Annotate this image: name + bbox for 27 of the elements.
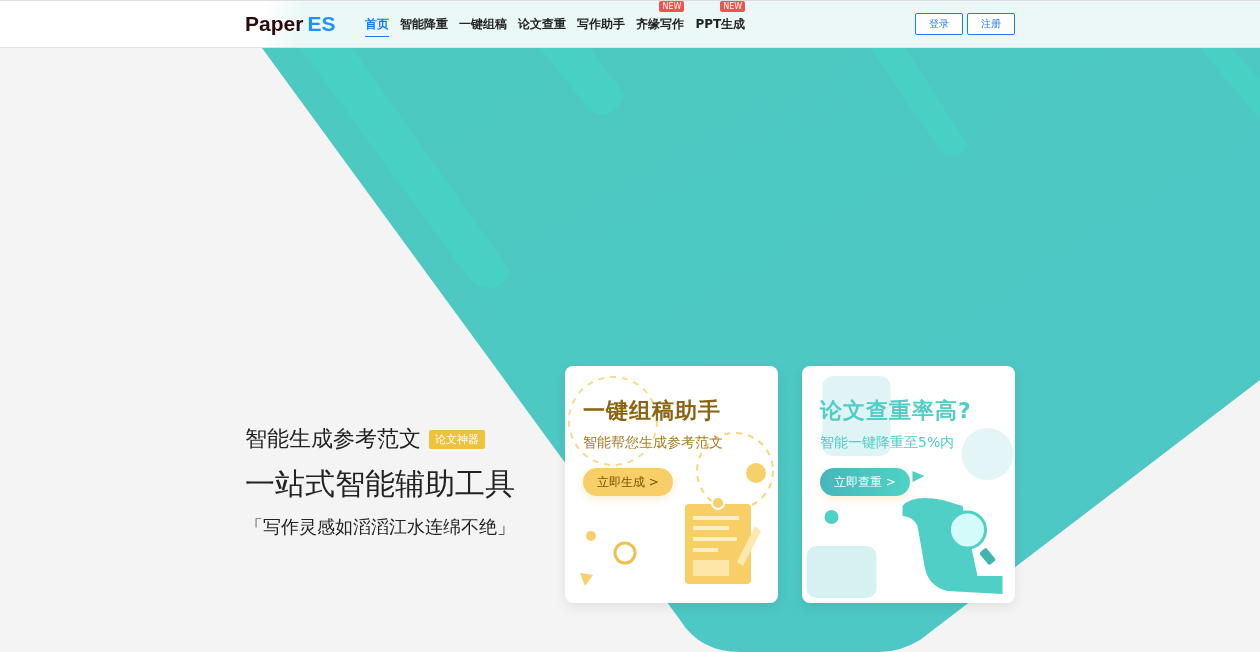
hero-quote: 「写作灵感如滔滔江水连绵不绝」 xyxy=(245,515,515,539)
shapes-decoration xyxy=(580,531,637,586)
action-button[interactable]: 立即生成 > xyxy=(583,468,673,496)
logo[interactable]: Paper ES xyxy=(245,12,336,36)
card-text: 智能一键降重至5%内 xyxy=(820,434,956,452)
nav-link[interactable]: 写作助手 xyxy=(577,9,626,39)
nav-link[interactable]: 首页 xyxy=(365,9,390,37)
register-button[interactable]: 注册 xyxy=(967,13,1015,35)
card-text: 智能帮您生成参考范文 xyxy=(583,434,724,452)
new-badge: NEW xyxy=(659,0,685,12)
nav-link[interactable]: 智能降重 xyxy=(400,9,449,39)
panel-decoration xyxy=(806,546,877,598)
card-title: 一键组稿助手 xyxy=(583,397,722,425)
new-badge: NEW xyxy=(720,0,746,12)
nav-link[interactable]: 一键组稿 xyxy=(459,9,508,39)
stripe-shape xyxy=(1200,48,1260,120)
nav-link[interactable]: 齐缘写作 xyxy=(636,9,685,39)
login-button[interactable]: 登录 xyxy=(915,13,963,35)
hero-subtitle: 智能生成参考范文 xyxy=(245,425,421,453)
card-title: 论文查重率高? xyxy=(820,397,973,425)
nav-link[interactable]: 论文查重 xyxy=(518,9,567,39)
triangle-icon xyxy=(912,471,925,482)
hero-title: 一站式智能辅助工具 xyxy=(245,465,516,503)
nav-link[interactable]: PPT生成 xyxy=(695,9,746,39)
dot-decoration xyxy=(824,510,839,524)
tag-badge: 论文神器 xyxy=(429,429,485,449)
circle-decoration xyxy=(961,428,1014,480)
